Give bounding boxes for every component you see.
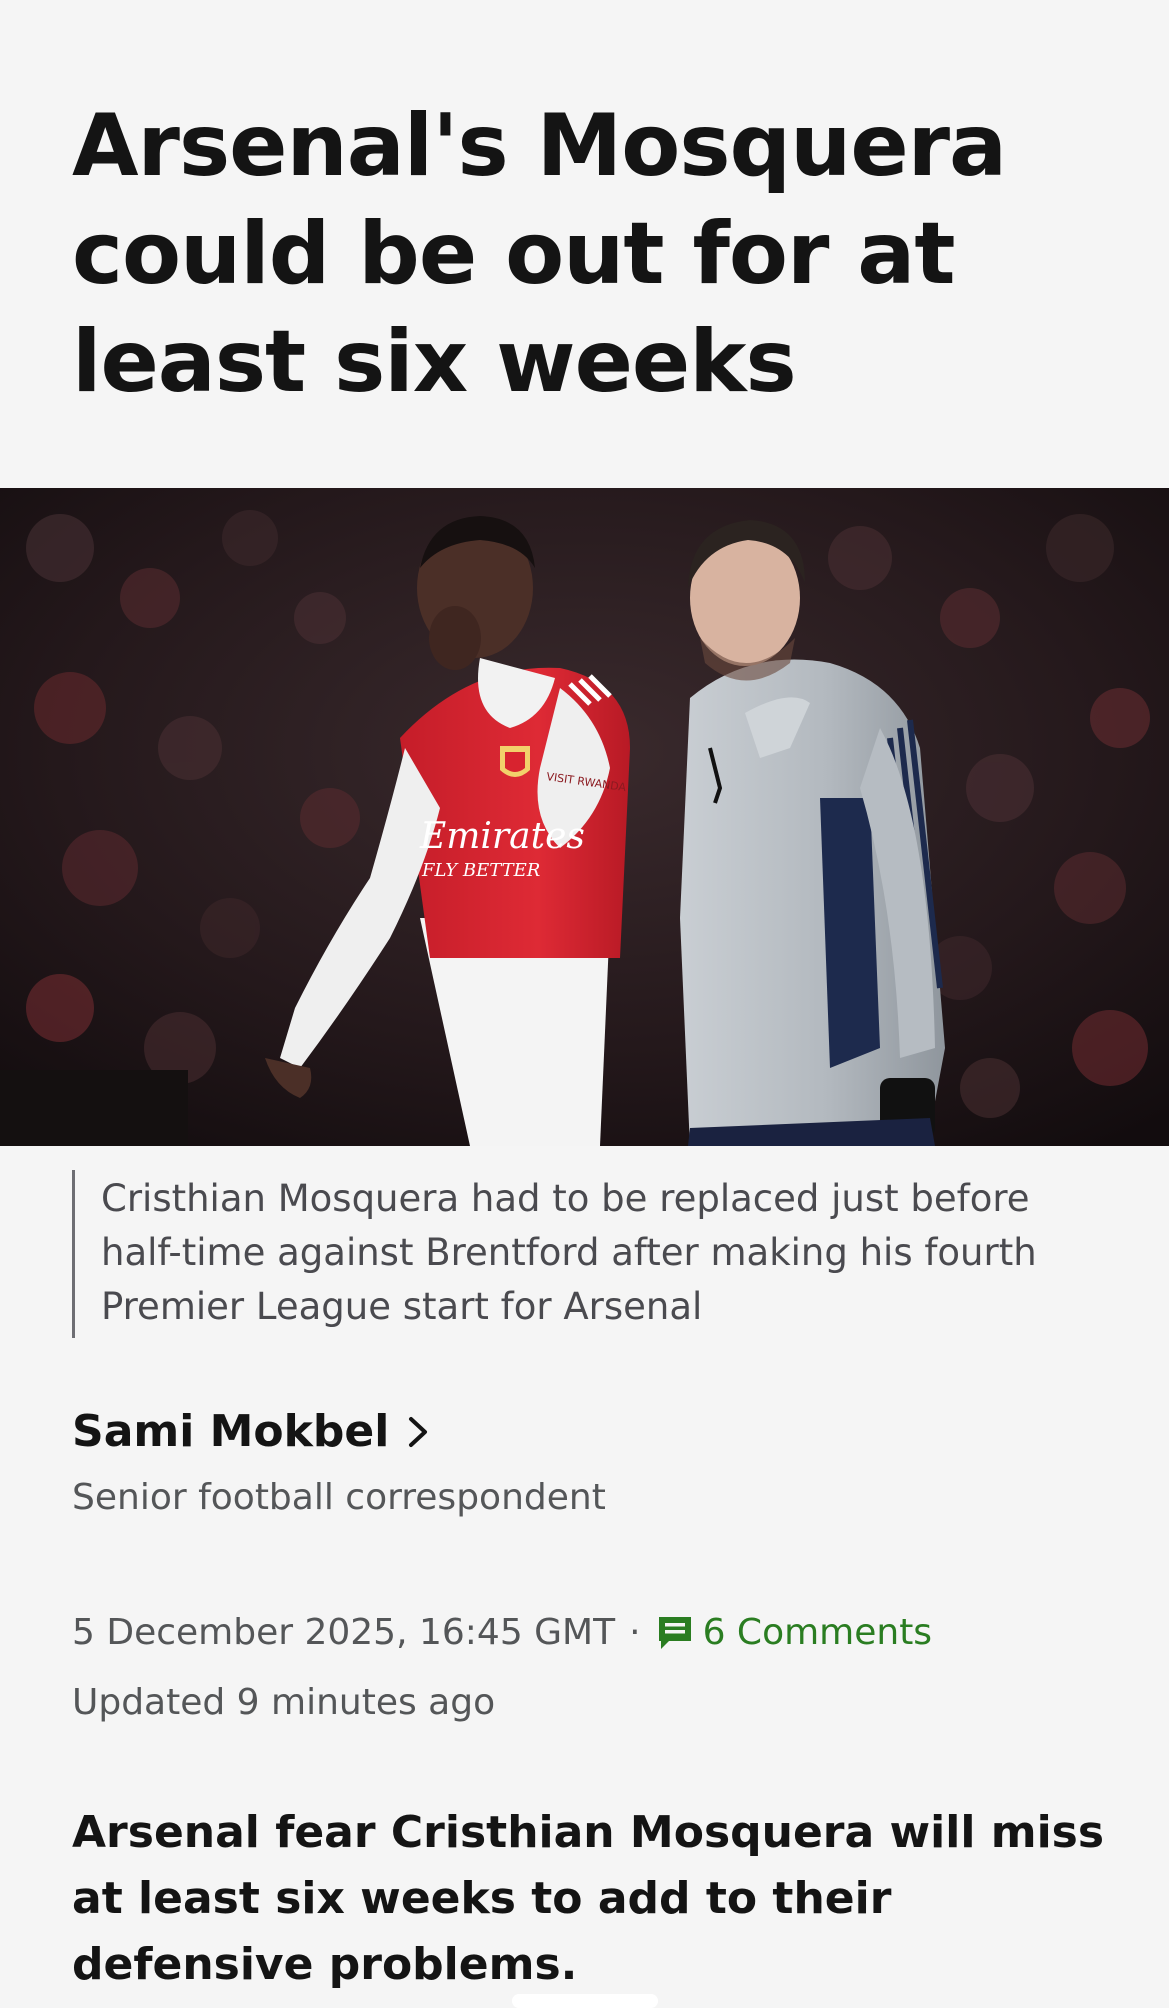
comments-count[interactable]: 6 Comments: [703, 1606, 932, 1660]
meta-separator: ·: [629, 1612, 641, 1653]
chevron-right-icon[interactable]: [405, 1415, 431, 1449]
author-name[interactable]: Sami Mokbel: [72, 1404, 389, 1460]
home-indicator[interactable]: [512, 1994, 658, 2008]
author-role: Senior football correspondent: [72, 1477, 606, 1518]
hero-photo-illustration: Emirates FLY BETTER VISIT RWANDA: [0, 488, 1169, 1146]
byline: Sami Mokbel Senior football corresponden…: [72, 1404, 1112, 1522]
image-caption: Cristhian Mosquera had to be replaced ju…: [72, 1170, 1112, 1338]
arsenal-crest: [500, 746, 530, 777]
article-hero-image: Emirates FLY BETTER VISIT RWANDA: [0, 488, 1169, 1146]
kit-sponsor-text: Emirates: [419, 816, 585, 857]
meta-row: 5 December 2025, 16:45 GMT · 6 Comments: [72, 1606, 1112, 1660]
article-headline: Arsenal's Mosquera could be out for at l…: [72, 96, 1007, 412]
article-meta: 5 December 2025, 16:45 GMT · 6 Comments …: [72, 1606, 1112, 1730]
publish-date: 5 December 2025, 16:45 GMT: [72, 1612, 616, 1653]
comments-link[interactable]: 6 Comments: [655, 1606, 932, 1660]
comment-icon[interactable]: [655, 1613, 695, 1653]
author-link[interactable]: Sami Mokbel: [72, 1404, 431, 1460]
image-credit-block: [0, 1070, 188, 1146]
updated-time: Updated 9 minutes ago: [72, 1682, 496, 1723]
article-lead-paragraph: Arsenal fear Cristhian Mosquera will mis…: [72, 1807, 1105, 1990]
kit-slogan-text: FLY BETTER: [421, 860, 540, 881]
